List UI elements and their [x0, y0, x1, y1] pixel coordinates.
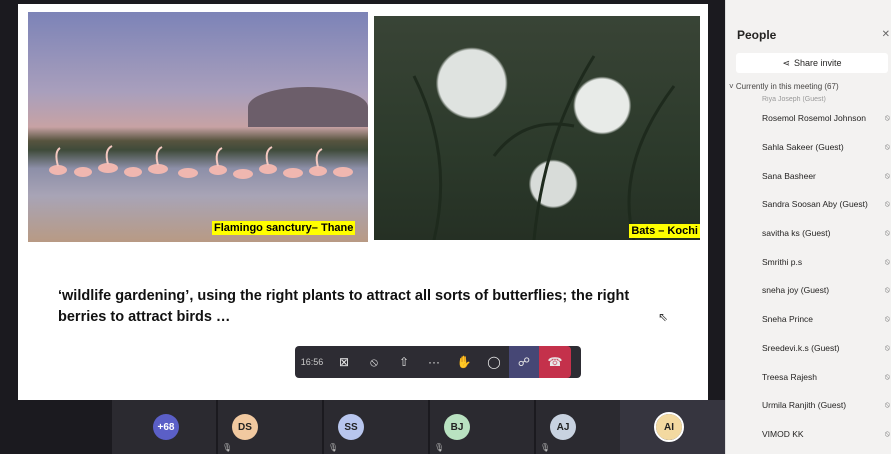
mic-off-icon: ⦸ — [884, 314, 890, 324]
list-item[interactable]: Urmila Ranjith (Guest) ⦸ — [726, 391, 891, 420]
bats-photo: Bats – Kochi — [374, 16, 700, 240]
participant-strip: +68 DS 🎙 SS 🎙 BJ 🎙 AJ 🎙 AI — [0, 400, 725, 454]
list-item[interactable]: Smrithi p.s ⦸ — [726, 247, 891, 276]
mic-off-icon: ⦸ — [884, 170, 890, 180]
list-item[interactable]: sneha joy (Guest) ⦸ — [726, 276, 891, 305]
mic-off-icon: ⦸ — [884, 228, 890, 238]
participant-tile[interactable]: DS 🎙 — [218, 400, 322, 454]
close-icon[interactable]: ✕ — [882, 29, 890, 40]
participant-tile[interactable]: BJ 🎙 — [430, 400, 534, 454]
list-item[interactable]: Treesa Rajesh ⦸ — [726, 362, 891, 391]
mic-off-icon: ⦸ — [884, 428, 890, 438]
meeting-timer: 16:56 — [300, 357, 324, 367]
photo-hill — [248, 87, 368, 127]
person-name: savitha ks (Guest) — [762, 228, 831, 239]
person-name: Sahla Sakeer (Guest) — [762, 142, 844, 153]
person-name: Sana Basheer — [762, 170, 816, 181]
caption-flamingo: Flamingo sanctury– Thane — [212, 221, 356, 235]
raise-hand-icon[interactable]: ✋ — [449, 346, 479, 378]
flamingo-photo: Flamingo sanctury– Thane — [28, 12, 368, 242]
mic-off-icon: ⦸ — [884, 256, 890, 266]
caption-bats: Bats – Kochi — [629, 224, 700, 238]
mic-off-icon: ⦸ — [884, 342, 890, 352]
camera-off-icon[interactable]: ⊠ — [329, 346, 359, 378]
list-item[interactable]: Riya Joseph (Guest) — [726, 96, 891, 104]
overflow-badge[interactable]: +68 — [153, 414, 179, 440]
avatar: AI — [654, 412, 684, 442]
people-list: Riya Joseph (Guest) Rosemol Rosemol John… — [726, 96, 891, 448]
share-invite-button[interactable]: ⋖ Share invite — [736, 53, 888, 73]
participant-tile[interactable]: +68 — [112, 400, 216, 454]
mic-icon: 🎙 — [222, 443, 233, 452]
shared-slide: Flamingo sanctury– Thane Bats – Kochi ‘w… — [18, 4, 708, 400]
avatar: DS — [232, 414, 258, 440]
participant-tile-self[interactable]: AI — [620, 400, 725, 454]
mic-off-icon: ⦸ — [884, 113, 890, 123]
share-screen-icon[interactable]: ⇧ — [389, 346, 419, 378]
share-invite-label: Share invite — [794, 58, 842, 68]
list-item[interactable]: Rosemol Rosemol Johnson ⦸ — [726, 104, 891, 133]
avatar: BJ — [444, 414, 470, 440]
person-name: Sneha Prince — [762, 314, 814, 325]
list-item[interactable]: savitha ks (Guest) ⦸ — [726, 219, 891, 248]
mic-icon: 🎙 — [540, 443, 551, 452]
slide-text: ‘wildlife gardening’, using the right pl… — [58, 288, 630, 325]
more-icon[interactable]: ··· — [419, 346, 449, 378]
people-panel: People ✕ ⋖ Share invite ˅ Currently in t… — [725, 0, 891, 454]
list-item[interactable]: VIMOD KK ⦸ — [726, 420, 891, 449]
meeting-stage: Flamingo sanctury– Thane Bats – Kochi ‘w… — [0, 0, 725, 454]
list-item[interactable]: Sneha Prince ⦸ — [726, 305, 891, 334]
person-name: Treesa Rajesh — [762, 371, 817, 382]
tree-branches — [412, 55, 676, 240]
mic-icon: 🎙 — [328, 443, 339, 452]
people-icon[interactable]: ☍ — [509, 346, 539, 378]
person-name: Rosemol Rosemol Johnson — [762, 113, 866, 124]
mic-off-icon: ⦸ — [884, 285, 890, 295]
avatar: SS — [338, 414, 364, 440]
mic-off-icon[interactable]: ⦸ — [359, 346, 389, 378]
list-item[interactable]: Sana Basheer ⦸ — [726, 161, 891, 190]
chevron-down-icon: ˅ — [729, 82, 734, 91]
mic-off-icon: ⦸ — [884, 199, 890, 209]
participant-tile[interactable]: SS 🎙 — [324, 400, 428, 454]
leave-icon[interactable]: ☎ — [539, 346, 571, 378]
list-item[interactable]: Sahla Sakeer (Guest) ⦸ — [726, 133, 891, 162]
person-name: VIMOD KK — [762, 428, 804, 439]
chat-icon[interactable]: ◯ — [479, 346, 509, 378]
mic-icon: 🎙 — [434, 443, 445, 452]
list-item[interactable]: Sandra Soosan Aby (Guest) ⦸ — [726, 190, 891, 219]
meeting-controls: 16:56 ⊠ ⦸ ⇧ ··· ✋ ◯ ☍ ☎ — [295, 346, 581, 378]
person-name: Smrithi p.s — [762, 256, 803, 267]
person-name: Urmila Ranjith (Guest) — [762, 400, 847, 411]
mic-off-icon: ⦸ — [884, 371, 890, 381]
list-item[interactable]: Sreedevi.k.s (Guest) ⦸ — [726, 334, 891, 363]
share-icon: ⋖ — [782, 57, 790, 68]
person-name: Sreedevi.k.s (Guest) — [762, 342, 840, 353]
mic-off-icon: ⦸ — [884, 400, 890, 410]
person-name: Sandra Soosan Aby (Guest) — [762, 199, 868, 210]
panel-title: People — [737, 28, 777, 42]
avatar: AJ — [550, 414, 576, 440]
section-header[interactable]: ˅ Currently in this meeting (67) — [729, 82, 839, 91]
mouse-cursor-icon: ⇖ — [658, 310, 669, 324]
flamingo-flock — [49, 145, 353, 179]
mic-off-icon: ⦸ — [884, 142, 890, 152]
person-name: sneha joy (Guest) — [762, 285, 830, 296]
